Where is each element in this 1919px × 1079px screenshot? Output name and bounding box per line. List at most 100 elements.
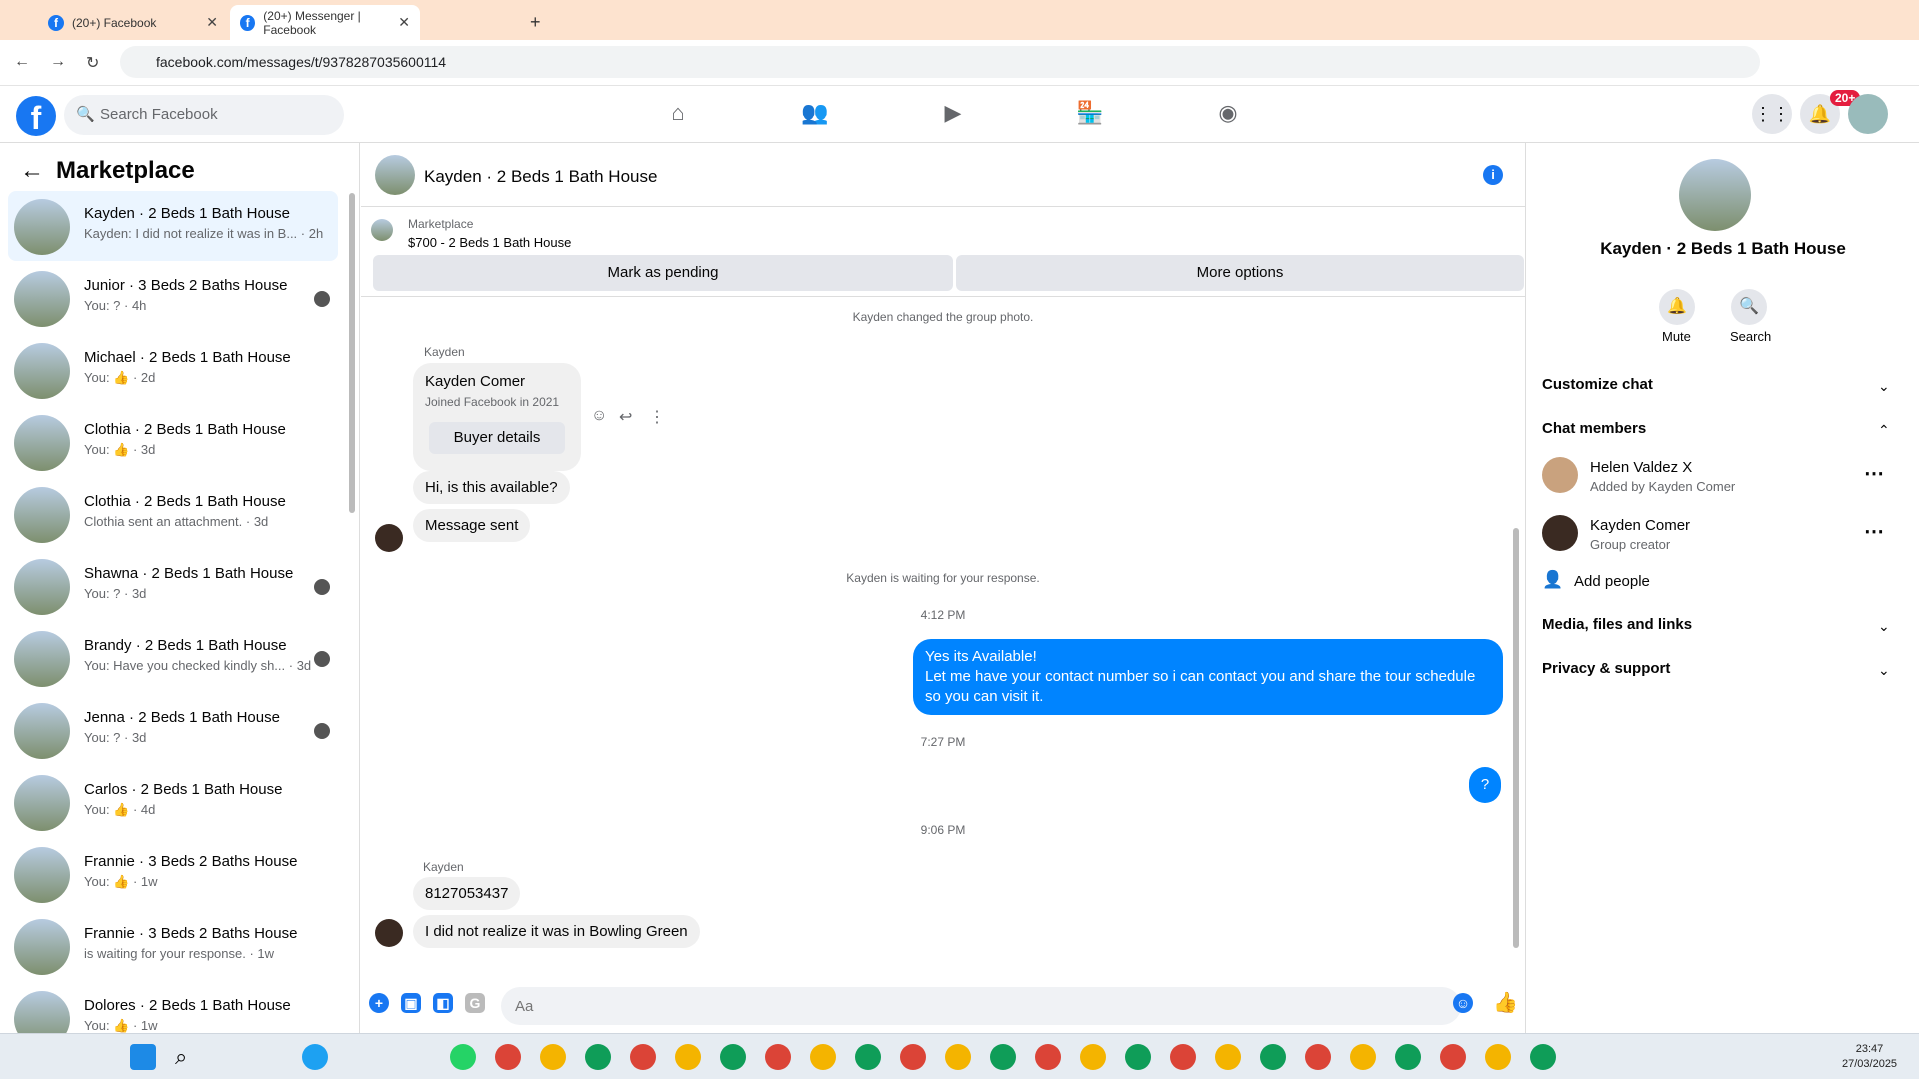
plus-icon[interactable]: + (369, 993, 389, 1013)
reload-icon[interactable]: ↻ (86, 53, 99, 73)
chrome-icon[interactable] (1440, 1044, 1466, 1070)
conversation-item[interactable]: Brandy · 2 Beds 1 Bath House You: Have yo… (8, 623, 338, 693)
incoming-message[interactable]: Hi, is this available? (413, 471, 570, 504)
forward-icon[interactable]: → (50, 53, 66, 71)
conversation-item[interactable]: Junior · 3 Beds 2 Baths House You: ? · 4h (8, 263, 338, 333)
more-options-button[interactable]: More options (956, 255, 1524, 291)
video-icon[interactable]: ▶ (938, 100, 968, 130)
whatsapp-icon[interactable] (450, 1044, 476, 1070)
chrome-icon[interactable] (540, 1044, 566, 1070)
buyer-details-button[interactable]: Buyer details (429, 422, 565, 454)
outgoing-message[interactable]: Yes its Available! Let me have your cont… (913, 639, 1503, 715)
marketplace-icon[interactable]: 🏪 (1075, 100, 1105, 130)
scrollbar[interactable] (1513, 528, 1519, 948)
add-person-icon[interactable]: 👤 (1542, 570, 1563, 590)
menu-grid-icon[interactable]: ⋮⋮ (1752, 94, 1792, 134)
chrome-icon[interactable] (945, 1044, 971, 1070)
sticker-icon[interactable]: ◧ (433, 993, 453, 1013)
chrome-icon[interactable] (1485, 1044, 1511, 1070)
chrome-icon[interactable] (1305, 1044, 1331, 1070)
media-files-links[interactable]: Media, files and links (1542, 616, 1692, 633)
back-icon[interactable]: ← (14, 53, 30, 71)
facebook-logo[interactable]: f (16, 96, 56, 136)
customize-chat[interactable]: Customize chat (1542, 376, 1653, 393)
chat-members[interactable]: Chat members (1542, 420, 1646, 437)
conversation-item[interactable]: Clothia · 2 Beds 1 Bath House Clothia sen… (8, 479, 338, 549)
edge-icon[interactable] (302, 1044, 328, 1070)
chevron-down-icon[interactable]: ⌄ (1878, 618, 1890, 635)
conversation-item[interactable]: Michael · 2 Beds 1 Bath House You: 👍 · 2d (8, 335, 338, 405)
chrome-icon[interactable] (1125, 1044, 1151, 1070)
tab-messenger[interactable]: f (20+) Messenger | Facebook ✕ (230, 5, 420, 40)
mark-pending-button[interactable]: Mark as pending (373, 255, 953, 291)
avatar[interactable] (1848, 94, 1888, 134)
conversation-item[interactable]: Jenna · 2 Beds 1 Bath House You: ? · 3d (8, 695, 338, 765)
chrome-icon[interactable] (810, 1044, 836, 1070)
url-field[interactable]: facebook.com/messages/t/9378287035600114 (120, 46, 1760, 78)
message-input[interactable] (501, 987, 1461, 1025)
more-icon[interactable]: ⋯ (1864, 461, 1884, 486)
back-arrow-icon[interactable]: ← (20, 157, 44, 185)
more-icon[interactable]: ⋮ (649, 407, 665, 427)
reply-icon[interactable]: ↩ (619, 407, 632, 427)
chrome-icon[interactable] (1080, 1044, 1106, 1070)
listing-title[interactable]: $700 - 2 Beds 1 Bath House (408, 235, 571, 250)
chrome-icon[interactable] (990, 1044, 1016, 1070)
search-icon[interactable]: ⌕ (175, 1044, 201, 1070)
incoming-message[interactable]: Message sent (413, 509, 531, 542)
chrome-icon[interactable] (1350, 1044, 1376, 1070)
chrome-icon[interactable] (720, 1044, 746, 1070)
chrome-icon[interactable] (1530, 1044, 1556, 1070)
close-icon[interactable]: ✕ (398, 14, 410, 31)
gif-icon[interactable]: G (465, 993, 485, 1013)
tab-facebook[interactable]: f (20+) Facebook ✕ (38, 5, 228, 40)
conversation-item[interactable]: Frannie · 3 Beds 2 Baths House You: 👍 · 1… (8, 839, 338, 909)
home-icon[interactable]: ⌂ (663, 100, 693, 130)
scrollbar[interactable] (349, 193, 355, 513)
more-icon[interactable]: ⋯ (1864, 519, 1884, 544)
chevron-down-icon[interactable]: ⌄ (1878, 378, 1890, 395)
avatar[interactable] (375, 155, 415, 195)
chrome-icon[interactable] (675, 1044, 701, 1070)
chrome-icon[interactable] (1215, 1044, 1241, 1070)
chrome-icon[interactable] (1035, 1044, 1061, 1070)
info-icon[interactable]: i (1483, 165, 1503, 185)
conversation-item[interactable]: Clothia · 2 Beds 1 Bath House You: 👍 · 3d (8, 407, 338, 477)
privacy-support[interactable]: Privacy & support (1542, 660, 1670, 677)
close-icon[interactable]: ✕ (206, 14, 218, 31)
conversation-item[interactable]: Carlos · 2 Beds 1 Bath House You: 👍 · 4d (8, 767, 338, 837)
search-icon[interactable]: 🔍 (1731, 289, 1767, 325)
conversation-item[interactable]: Frannie · 3 Beds 2 Baths House is waiting… (8, 911, 338, 981)
avatar[interactable] (1679, 159, 1751, 231)
react-icon[interactable]: ☺ (591, 407, 607, 425)
mute-icon[interactable]: 🔔 (1659, 289, 1695, 325)
outgoing-message[interactable]: ? (1469, 767, 1501, 803)
friends-icon[interactable]: 👥 (800, 100, 830, 130)
chrome-icon[interactable] (1260, 1044, 1286, 1070)
chrome-icon[interactable] (1170, 1044, 1196, 1070)
emoji-icon[interactable]: ☺ (1453, 993, 1473, 1013)
chrome-icon[interactable] (495, 1044, 521, 1070)
conversation-item[interactable]: Dolores · 2 Beds 1 Bath House You: 👍 · 1w (8, 983, 338, 1033)
new-tab-button[interactable]: + (520, 5, 551, 40)
conv-name: Carlos · 2 Beds 1 Bath House (84, 781, 283, 798)
search-input[interactable]: 🔍 Search Facebook (64, 95, 344, 135)
chrome-icon[interactable] (900, 1044, 926, 1070)
chevron-down-icon[interactable]: ⌄ (1878, 662, 1890, 679)
image-icon[interactable]: ▣ (401, 993, 421, 1013)
incoming-message[interactable]: I did not realize it was in Bowling Gree… (413, 915, 700, 948)
conversation-item[interactable]: Kayden · 2 Beds 1 Bath House Kayden: I di… (8, 191, 338, 261)
incoming-message[interactable]: 8127053437 (413, 877, 521, 910)
conversation-item[interactable]: Shawna · 2 Beds 1 Bath House You: ? · 3d (8, 551, 338, 621)
start-icon[interactable] (130, 1044, 156, 1070)
like-icon[interactable]: 👍 (1493, 993, 1518, 1013)
chrome-icon[interactable] (1395, 1044, 1421, 1070)
chevron-up-icon[interactable]: ⌃ (1878, 422, 1890, 439)
chrome-icon[interactable] (855, 1044, 881, 1070)
chrome-icon[interactable] (630, 1044, 656, 1070)
chrome-icon[interactable] (765, 1044, 791, 1070)
groups-icon[interactable]: ◉ (1213, 100, 1243, 130)
chrome-icon[interactable] (585, 1044, 611, 1070)
system-clock[interactable]: 23:47 27/03/2025 (1842, 1042, 1897, 1072)
add-people-button[interactable]: Add people (1574, 573, 1650, 590)
